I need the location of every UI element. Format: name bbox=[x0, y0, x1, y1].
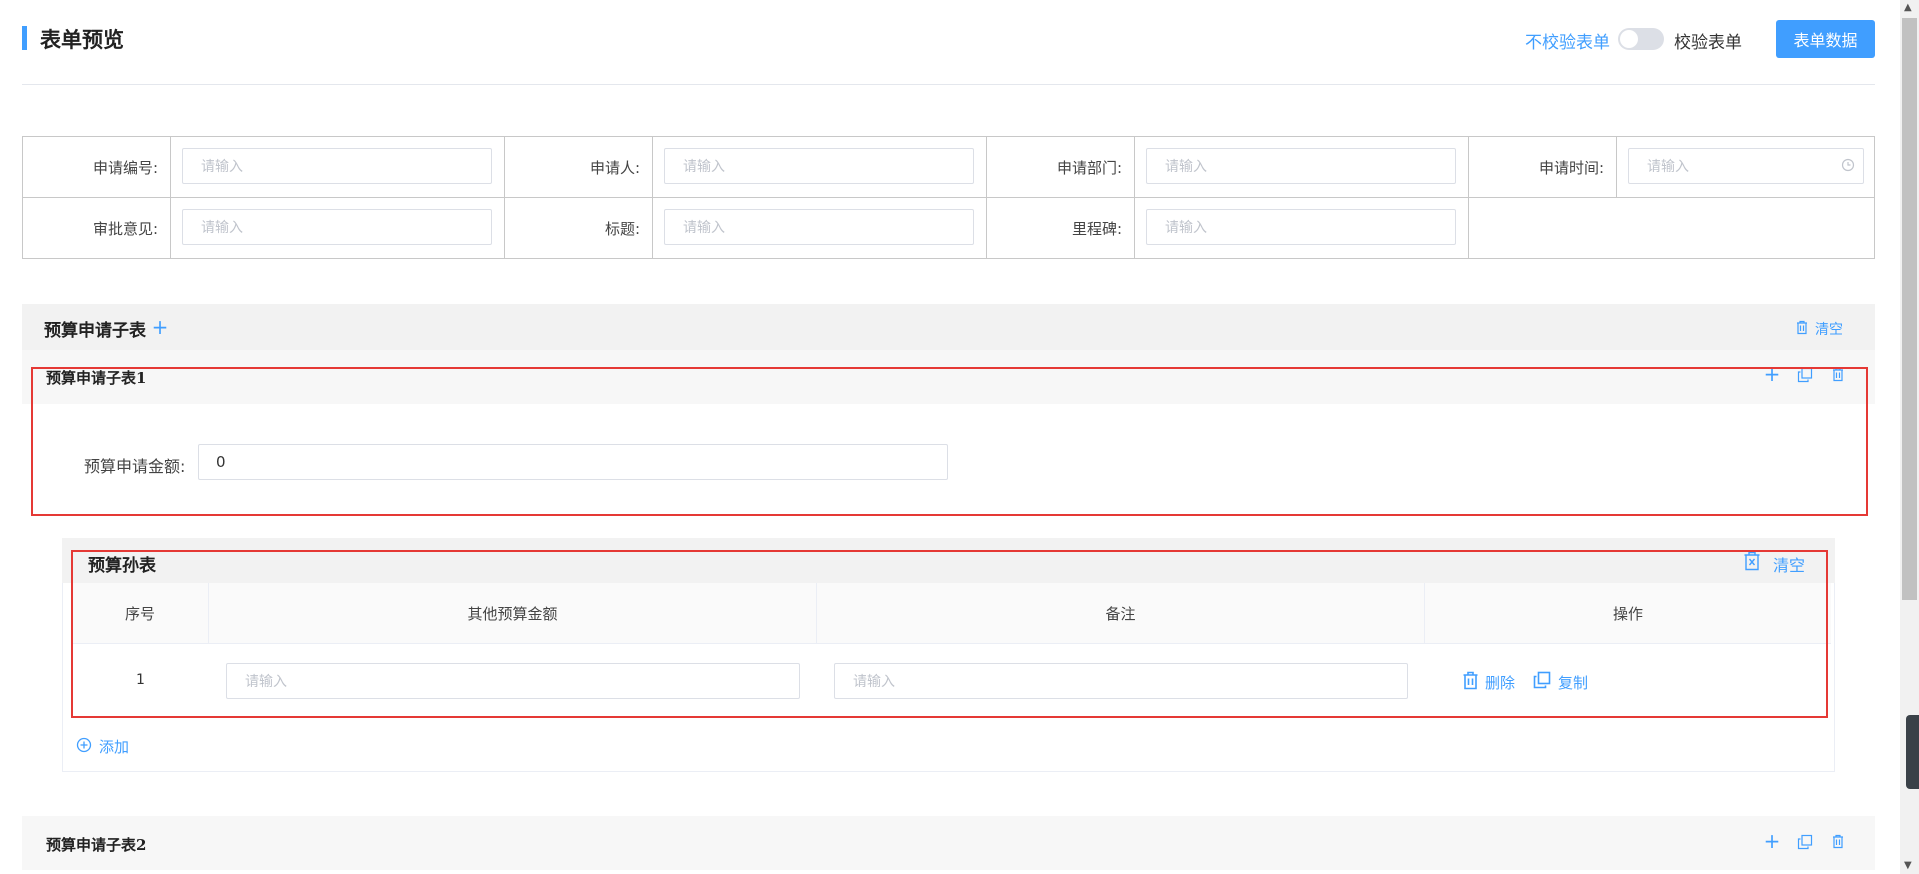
title-accent-bar bbox=[22, 26, 27, 50]
column-header-actions: 操作 bbox=[1425, 583, 1831, 643]
add-circle-icon[interactable] bbox=[76, 737, 92, 753]
copy-icon[interactable] bbox=[1533, 671, 1551, 689]
label-title: 标题: bbox=[505, 198, 653, 258]
subtable-item-1-header bbox=[22, 350, 1875, 404]
department-input[interactable]: 请输入 bbox=[1146, 148, 1456, 184]
budget-amount-input[interactable]: 0 bbox=[198, 444, 948, 480]
row-divider bbox=[23, 197, 1874, 198]
plus-icon[interactable]: + bbox=[151, 315, 169, 339]
other-amount-input[interactable]: 请输入 bbox=[226, 663, 800, 699]
form-data-button[interactable]: 表单数据 bbox=[1776, 20, 1875, 58]
subtable-item-1-title: 预算申请子表1 bbox=[46, 369, 147, 387]
apply-time-input[interactable]: 请输入 bbox=[1628, 148, 1864, 184]
main-form-grid: 申请编号: 请输入 申请人: 请输入 申请部门: 请输入 申请时间: 请输入 审… bbox=[22, 136, 1875, 259]
clear-subtable-button[interactable]: 清空 bbox=[1815, 319, 1843, 339]
column-header-index: 序号 bbox=[72, 583, 209, 643]
validate-toggle[interactable] bbox=[1618, 28, 1664, 50]
side-widget[interactable] bbox=[1906, 715, 1919, 789]
grand-table-header bbox=[62, 538, 1835, 583]
column-header-note: 备注 bbox=[817, 583, 1425, 643]
trash-icon[interactable] bbox=[1831, 367, 1845, 382]
trash-icon[interactable] bbox=[1831, 834, 1845, 849]
col-divider bbox=[1468, 198, 1469, 259]
label-milestone: 里程碑: bbox=[987, 198, 1135, 258]
clear-table-icon[interactable] bbox=[1743, 551, 1761, 571]
label-apply-time: 申请时间: bbox=[1469, 137, 1617, 197]
note-input[interactable]: 请输入 bbox=[834, 663, 1408, 699]
table-row: 1 请输入 请输入 删除 复制 bbox=[72, 644, 1831, 714]
subtable-item-2-title: 预算申请子表2 bbox=[46, 836, 147, 854]
copy-icon[interactable] bbox=[1797, 367, 1813, 383]
clear-grand-table-button[interactable]: 清空 bbox=[1773, 552, 1805, 576]
subtable-item-2-header bbox=[22, 816, 1875, 870]
budget-subtable-title: 预算申请子表 bbox=[44, 321, 146, 341]
scroll-down-arrow-icon[interactable]: ▼ bbox=[1904, 860, 1912, 871]
delete-icon[interactable] bbox=[1462, 671, 1479, 690]
milestone-input[interactable]: 请输入 bbox=[1146, 209, 1456, 245]
label-department: 申请部门: bbox=[987, 137, 1135, 197]
apply-no-input[interactable]: 请输入 bbox=[182, 148, 492, 184]
column-header-amount: 其他预算金额 bbox=[209, 583, 817, 643]
trash-icon[interactable] bbox=[1795, 320, 1809, 335]
toggle-on-label: 校验表单 bbox=[1674, 33, 1742, 53]
delete-row-button[interactable]: 删除 bbox=[1485, 672, 1515, 693]
toggle-off-label: 不校验表单 bbox=[1525, 33, 1610, 53]
plus-icon[interactable]: + bbox=[1763, 362, 1781, 386]
grand-table-title: 预算孙表 bbox=[88, 556, 156, 576]
label-approval-opinion: 审批意见: bbox=[23, 198, 171, 258]
copy-icon[interactable] bbox=[1797, 834, 1813, 850]
scroll-up-arrow-icon[interactable]: ▲ bbox=[1904, 2, 1912, 13]
budget-subtable-header bbox=[22, 304, 1875, 350]
scrollbar-thumb[interactable] bbox=[1902, 18, 1917, 600]
label-apply-no: 申请编号: bbox=[23, 137, 171, 197]
add-row-button[interactable]: 添加 bbox=[99, 736, 129, 757]
toggle-knob bbox=[1620, 30, 1638, 48]
title-input[interactable]: 请输入 bbox=[664, 209, 974, 245]
copy-row-button[interactable]: 复制 bbox=[1558, 672, 1588, 693]
approval-opinion-input[interactable]: 请输入 bbox=[182, 209, 492, 245]
label-applicant: 申请人: bbox=[505, 137, 653, 197]
plus-icon[interactable]: + bbox=[1763, 829, 1781, 853]
clock-icon bbox=[1841, 158, 1855, 172]
header-divider bbox=[22, 84, 1875, 85]
page-title: 表单预览 bbox=[40, 27, 124, 52]
budget-amount-label: 预算申请金额: bbox=[84, 457, 186, 476]
row-index: 1 bbox=[136, 672, 145, 688]
applicant-input[interactable]: 请输入 bbox=[664, 148, 974, 184]
